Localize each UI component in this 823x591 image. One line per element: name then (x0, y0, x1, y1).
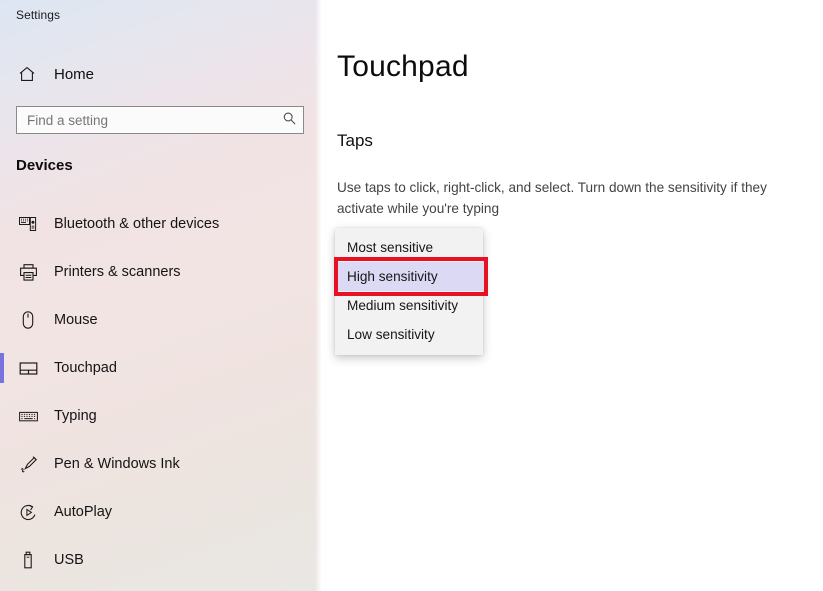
search-icon (282, 111, 297, 129)
sidebar-item-mouse[interactable]: Mouse (0, 296, 321, 344)
sidebar-item-label: Mouse (54, 312, 98, 328)
dropdown-option-label: Most sensitive (347, 240, 434, 255)
usb-icon (16, 548, 40, 572)
page-title: Touchpad (337, 50, 469, 83)
selection-indicator (0, 305, 4, 335)
section-title-taps: Taps (337, 131, 373, 150)
search-input[interactable] (17, 107, 275, 133)
sidebar-item-usb[interactable]: USB (0, 536, 321, 584)
sensitivity-dropdown-list[interactable]: Most sensitive High sensitivity Medium s… (334, 228, 488, 355)
mouse-icon (16, 308, 40, 332)
sidebar-item-pen-windows-ink[interactable]: Pen & Windows Ink (0, 440, 321, 488)
sidebar-item-autoplay[interactable]: AutoPlay (0, 488, 321, 536)
search-button[interactable] (275, 107, 303, 133)
sidebar-nav: Bluetooth & other devices Printers & sca… (0, 200, 321, 584)
bluetooth-devices-icon (16, 212, 40, 236)
selection-indicator (0, 497, 4, 527)
sidebar-item-home-label: Home (54, 65, 95, 83)
search-box[interactable] (16, 106, 304, 134)
sidebar-item-home[interactable]: Home (0, 58, 321, 90)
selection-indicator (0, 401, 4, 431)
settings-window: Settings Home Devices (0, 0, 823, 591)
keyboard-icon (16, 404, 40, 428)
dropdown-option-most-sensitive[interactable]: Most sensitive (335, 233, 483, 262)
dropdown-option-high-sensitivity[interactable]: High sensitivity (334, 257, 488, 296)
sidebar: Settings Home Devices (0, 0, 321, 591)
dropdown-option-label: High sensitivity (347, 269, 438, 284)
selection-indicator (0, 257, 4, 287)
home-icon (16, 63, 38, 85)
main-content: Touchpad Taps Use taps to click, right-c… (321, 0, 823, 591)
sidebar-item-label: AutoPlay (54, 504, 113, 520)
touchpad-icon (16, 356, 40, 380)
printer-icon (16, 260, 40, 284)
sidebar-item-label: Touchpad (54, 360, 117, 376)
selection-indicator (0, 545, 4, 575)
dropdown-option-medium-sensitivity[interactable]: Medium sensitivity (335, 291, 483, 320)
sidebar-group-header: Devices (16, 157, 73, 174)
selection-indicator (0, 209, 4, 239)
sidebar-item-label: Typing (54, 408, 97, 424)
sidebar-item-label: USB (54, 552, 84, 568)
autoplay-icon (16, 500, 40, 524)
sidebar-item-touchpad[interactable]: Touchpad (0, 344, 321, 392)
dropdown-option-low-sensitivity[interactable]: Low sensitivity (335, 320, 483, 349)
pen-icon (16, 452, 40, 476)
sidebar-item-label: Pen & Windows Ink (54, 456, 180, 472)
section-description: Use taps to click, right-click, and sele… (337, 180, 767, 216)
sidebar-item-typing[interactable]: Typing (0, 392, 321, 440)
sidebar-item-printers-scanners[interactable]: Printers & scanners (0, 248, 321, 296)
selection-indicator (0, 449, 4, 479)
dropdown-option-label: Medium sensitivity (347, 298, 459, 313)
selection-indicator (0, 353, 4, 383)
sidebar-item-label: Printers & scanners (54, 264, 181, 280)
dropdown-option-label: Low sensitivity (347, 327, 435, 342)
window-title: Settings (16, 8, 61, 22)
sidebar-item-label: Bluetooth & other devices (54, 216, 220, 232)
sidebar-item-bluetooth-other-devices[interactable]: Bluetooth & other devices (0, 200, 321, 248)
